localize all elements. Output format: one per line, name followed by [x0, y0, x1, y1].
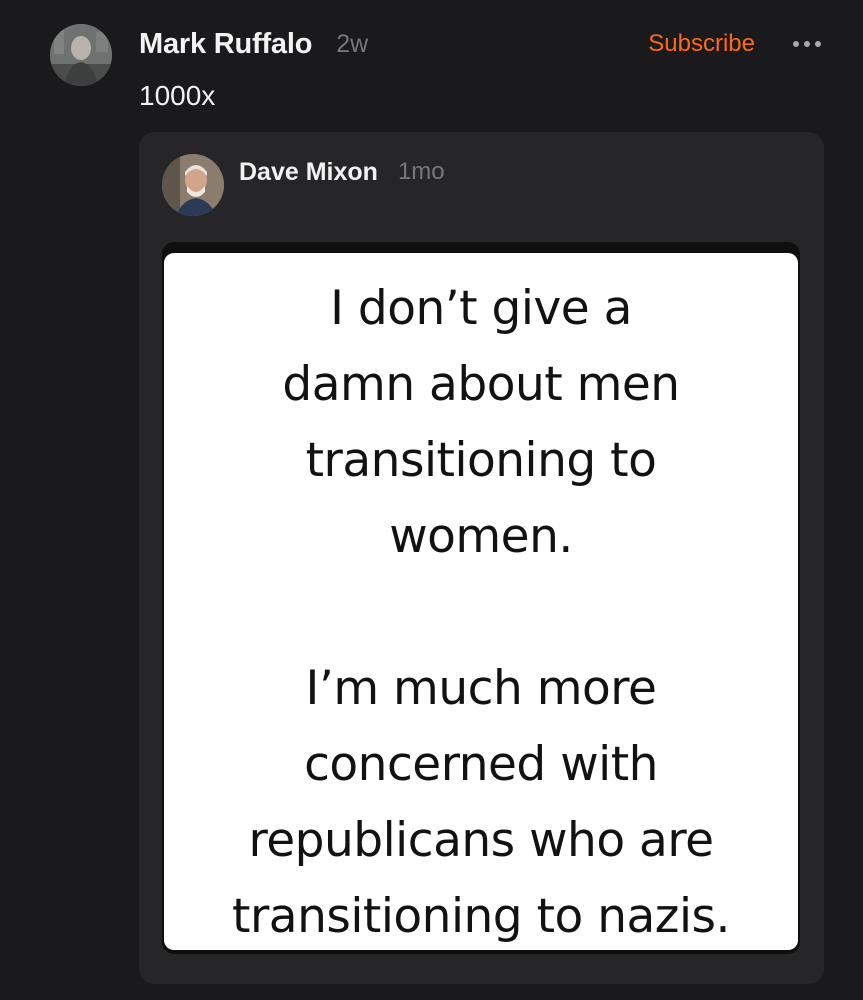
- quoted-author-avatar-photo: [162, 154, 224, 216]
- author-avatar[interactable]: [50, 24, 112, 86]
- author-avatar-photo: [50, 24, 112, 86]
- post-time: 2w: [336, 29, 369, 58]
- more-horizontal-icon[interactable]: [791, 37, 823, 51]
- subscribe-button[interactable]: Subscribe: [648, 30, 755, 58]
- quoted-author-name[interactable]: Dave Mixon: [239, 158, 378, 187]
- post: Mark Ruffalo 2w Subscribe 1000x Dave Mix…: [0, 0, 863, 1000]
- quoted-post-card[interactable]: Dave Mixon 1mo I don’t give a damn about…: [139, 132, 824, 984]
- quoted-post-header: Dave Mixon 1mo: [239, 156, 445, 188]
- post-header: Mark Ruffalo 2w Subscribe: [139, 26, 823, 62]
- post-text: 1000x: [139, 80, 216, 111]
- quoted-post-time: 1mo: [397, 158, 445, 185]
- image-text-paragraph-1: I don’t give a damn about men transition…: [282, 281, 680, 564]
- author-name[interactable]: Mark Ruffalo: [139, 28, 312, 61]
- image-text-paragraph-2: I’m much more concerned with republicans…: [232, 661, 730, 944]
- quoted-author-avatar[interactable]: [162, 154, 224, 216]
- quoted-image[interactable]: I don’t give a damn about men transition…: [164, 253, 798, 950]
